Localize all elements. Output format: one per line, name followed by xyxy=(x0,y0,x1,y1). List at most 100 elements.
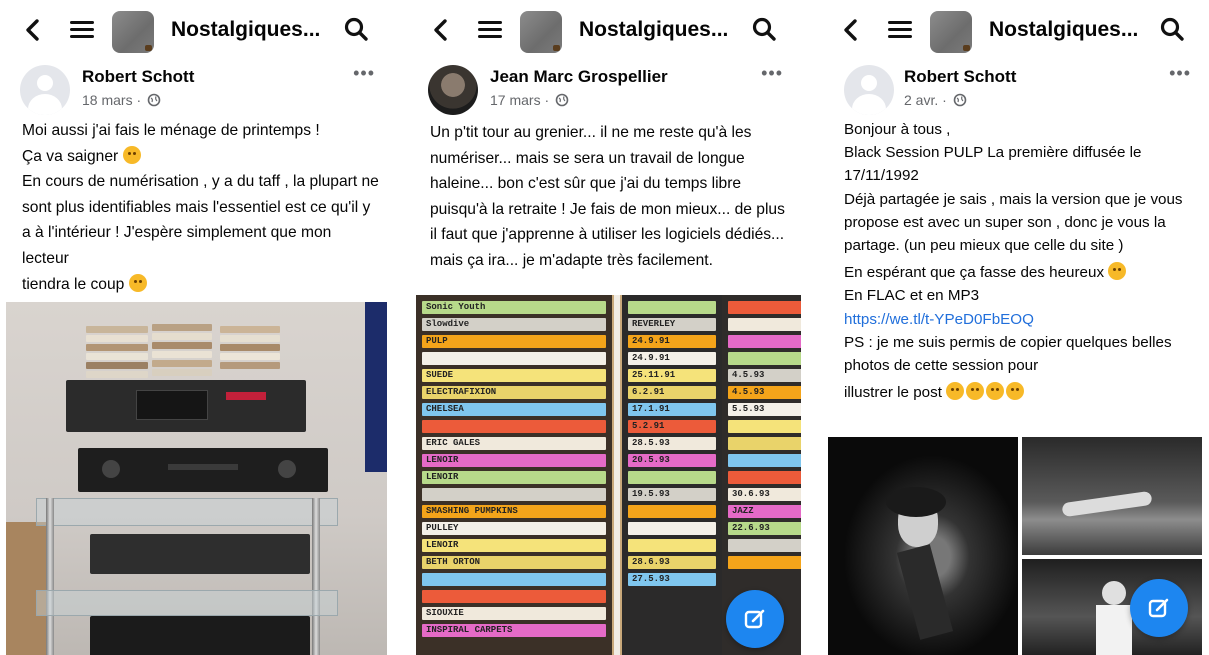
search-icon[interactable] xyxy=(751,16,777,42)
cassette-spine: SMASHING PUMPKINS xyxy=(422,505,606,518)
emoji-icon xyxy=(1006,382,1025,401)
cassette-spine: 4.5.93 xyxy=(728,369,801,382)
cassette-label: 27.5.93 xyxy=(632,574,670,584)
more-options-icon[interactable]: ••• xyxy=(761,63,783,84)
cassette-label: PULLEY xyxy=(426,523,459,533)
group-title[interactable]: Nostalgiques... xyxy=(171,18,320,42)
cassette-spine: ERIC GALES xyxy=(422,437,606,450)
post-paragraph: PS : je me suis permis de copier quelque… xyxy=(844,333,1172,375)
compose-icon xyxy=(1148,598,1169,618)
avatar[interactable] xyxy=(428,65,478,115)
post-photo[interactable]: Sonic Youth Slowdive PULP SUEDE ELECTRAFIXIO… xyxy=(416,295,801,655)
post-paragraph: En espérant que ça fasse des heureux xyxy=(844,261,1195,284)
compose-icon xyxy=(744,609,765,629)
post-text: Moi aussi j'ai fais le ménage de printem… xyxy=(22,118,379,297)
cassette-label: 5.2.91 xyxy=(632,421,665,431)
cassette-label: 6.2.91 xyxy=(632,387,665,397)
panel-gap xyxy=(393,0,408,655)
cassette-spine xyxy=(628,505,716,518)
cassette-spine: 4.5.93 xyxy=(728,386,801,399)
cassette-spine xyxy=(728,301,801,314)
cassette-label: LENOIR xyxy=(426,540,459,550)
emoji-icon xyxy=(946,382,965,401)
post-photo[interactable] xyxy=(6,302,387,655)
cassette-label: 19.5.93 xyxy=(632,489,670,499)
cassette-spine: PULP xyxy=(422,335,606,348)
cassette-spine xyxy=(728,352,801,365)
cassette-spine: 22.6.93 xyxy=(728,522,801,535)
cassette-spine: 6.2.91 xyxy=(628,386,716,399)
group-title[interactable]: Nostalgiques... xyxy=(579,18,728,42)
group-thumbnail[interactable] xyxy=(520,11,562,53)
cassette-spine xyxy=(728,471,801,484)
more-options-icon[interactable]: ••• xyxy=(1169,63,1191,84)
cassette-spine: 28.5.93 xyxy=(628,437,716,450)
author-name[interactable]: Jean Marc Grospellier xyxy=(490,67,668,87)
cassette-label: BETH ORTON xyxy=(426,557,481,567)
avatar[interactable] xyxy=(844,65,894,115)
search-icon[interactable] xyxy=(343,16,369,42)
collage-photo[interactable] xyxy=(828,437,1018,655)
smile-emoji-icon xyxy=(122,145,141,164)
cassette-spine xyxy=(728,335,801,348)
cassette-label: 24.9.91 xyxy=(632,336,670,346)
author-name[interactable]: Robert Schott xyxy=(904,67,1016,87)
cassette-spine: Sonic Youth xyxy=(422,301,606,314)
top-bar: Nostalgiques... xyxy=(818,0,1209,60)
cassette-spine xyxy=(628,539,716,552)
post-date[interactable]: 18 mars · xyxy=(82,92,141,108)
top-bar: Nostalgiques... xyxy=(0,0,393,60)
post-link[interactable]: https://we.tl/t-YPeD0FbEOQ xyxy=(844,308,1195,331)
menu-icon[interactable] xyxy=(478,18,502,42)
cassette-label: Sonic Youth xyxy=(426,302,486,312)
cassette-spine xyxy=(728,539,801,552)
post-paragraph: Un p'tit tour au grenier... il ne me res… xyxy=(430,124,785,269)
smiling-face-emoji-icon xyxy=(1108,262,1127,281)
post-paragraph: tiendra le coup xyxy=(22,272,379,298)
post-paragraph: Moi aussi j'ai fais le ménage de printem… xyxy=(22,122,320,139)
globe-icon xyxy=(953,93,966,107)
group-title[interactable]: Nostalgiques... xyxy=(989,18,1138,42)
author-name[interactable]: Robert Schott xyxy=(82,67,194,87)
top-bar: Nostalgiques... xyxy=(408,0,801,60)
post-paragraph: Ça va saigner xyxy=(22,144,379,170)
post-meta: 2 avr. · xyxy=(904,92,967,108)
menu-icon[interactable] xyxy=(888,18,912,42)
post-date[interactable]: 17 mars · xyxy=(490,92,549,108)
cassette-spine: SIOUXIE xyxy=(422,607,606,620)
group-thumbnail[interactable] xyxy=(930,11,972,53)
back-arrow-icon[interactable] xyxy=(840,16,862,44)
compose-button[interactable] xyxy=(1130,579,1188,637)
post-header: Robert Schott 2 avr. · ••• xyxy=(818,63,1209,118)
back-arrow-icon[interactable] xyxy=(430,16,452,44)
post-paragraph: Black Session PULP La première diffusée … xyxy=(844,144,1142,185)
search-icon[interactable] xyxy=(1159,16,1185,42)
cassette-label: 20.5.93 xyxy=(632,455,670,465)
cassette-label: LENOIR xyxy=(426,472,459,482)
cassette-label: 22.6.93 xyxy=(732,523,770,533)
cassette-spine xyxy=(422,352,606,365)
compose-button[interactable] xyxy=(726,590,784,648)
cassette-spine: 17.1.91 xyxy=(628,403,716,416)
cassette-label: PULP xyxy=(426,336,448,346)
cassette-label: 25.11.91 xyxy=(632,370,676,380)
group-thumbnail[interactable] xyxy=(112,11,154,53)
cassette-spine xyxy=(728,318,801,331)
cassette-spine xyxy=(728,420,801,433)
post-date[interactable]: 2 avr. · xyxy=(904,92,947,108)
cassette-spine: REVERLEY xyxy=(628,318,716,331)
cassette-spine: SUEDE xyxy=(422,369,606,382)
post-paragraph: Déjà partagée je sais , mais la version … xyxy=(844,190,1183,255)
avatar[interactable] xyxy=(20,65,70,115)
more-options-icon[interactable]: ••• xyxy=(353,63,375,84)
cassette-label: 28.6.93 xyxy=(632,557,670,567)
cassette-spine: 19.5.93 xyxy=(628,488,716,501)
menu-icon[interactable] xyxy=(70,18,94,42)
collage-photo[interactable] xyxy=(1022,437,1202,555)
cassette-label: 30.6.93 xyxy=(732,489,770,499)
cassette-label: INSPIRAL CARPETS xyxy=(426,625,513,635)
post-photo-collage[interactable] xyxy=(828,437,1209,655)
back-arrow-icon[interactable] xyxy=(22,16,44,44)
cassette-shelf-right: REVERLEY 24.9.91 24.9.91 25.11.91 6.2.91 17.1… xyxy=(622,295,722,655)
cassette-spine: 27.5.93 xyxy=(628,573,716,586)
